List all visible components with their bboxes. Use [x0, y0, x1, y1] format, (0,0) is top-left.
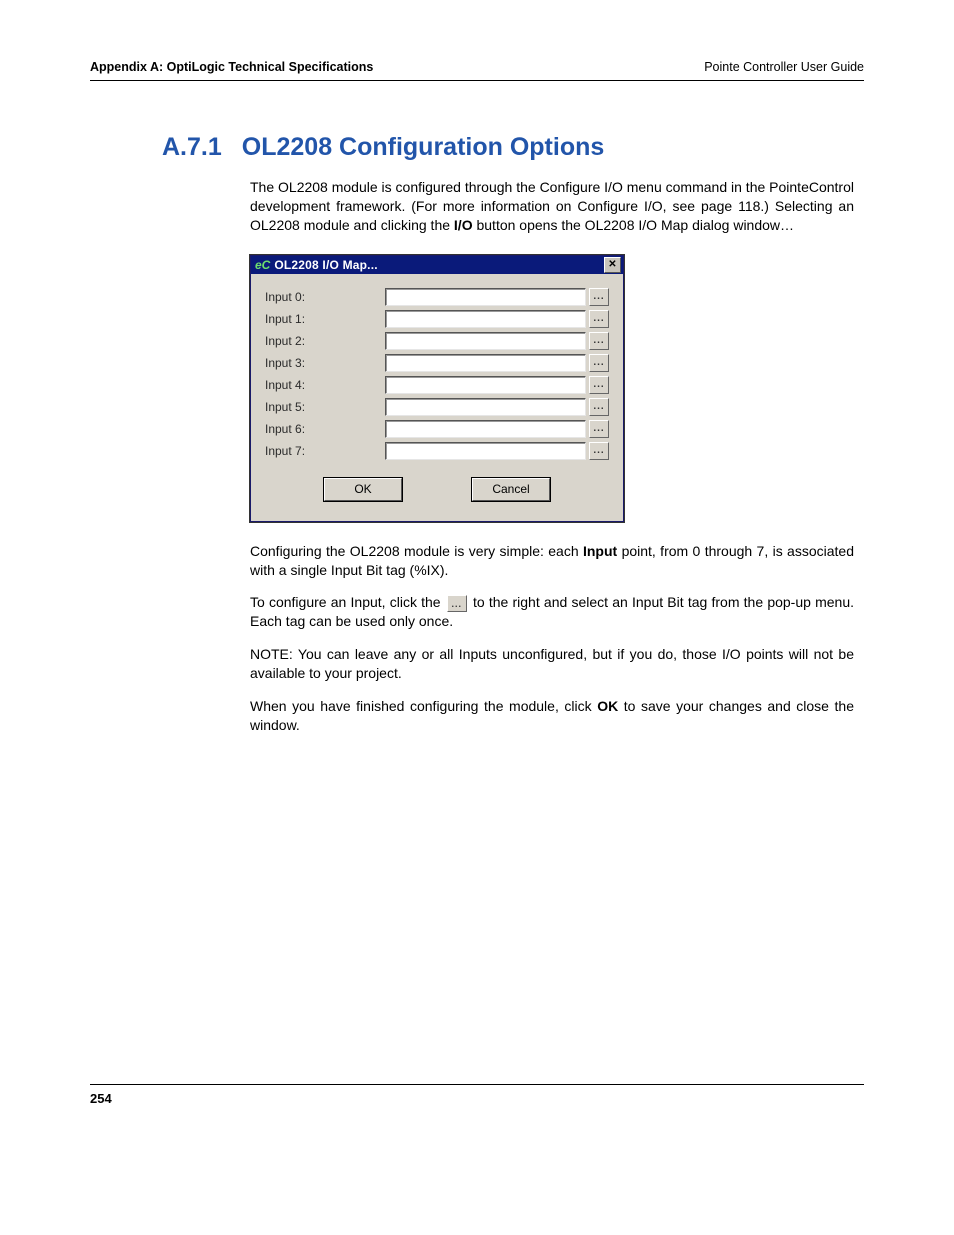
input-field-6[interactable]	[385, 420, 586, 438]
paragraph-3: To configure an Input, click the ... to …	[250, 593, 854, 631]
header-left: Appendix A: OptiLogic Technical Specific…	[90, 60, 373, 74]
ellipsis-button-0[interactable]: ...	[589, 288, 609, 306]
section-title: OL2208 Configuration Options	[242, 133, 605, 161]
input-field-4[interactable]	[385, 376, 586, 394]
input-row-6: Input 6: ...	[265, 420, 609, 438]
dialog-title: OL2208 I/O Map...	[274, 258, 604, 272]
input-label-3: Input 3:	[265, 356, 385, 370]
ellipsis-button-6[interactable]: ...	[589, 420, 609, 438]
page-number: 254	[90, 1091, 112, 1106]
cancel-button[interactable]: Cancel	[472, 478, 550, 501]
ellipsis-button-5[interactable]: ...	[589, 398, 609, 416]
ellipsis-button-4[interactable]: ...	[589, 376, 609, 394]
input-row-0: Input 0: ...	[265, 288, 609, 306]
page-header: Appendix A: OptiLogic Technical Specific…	[90, 60, 864, 81]
dialog-titlebar: eC OL2208 I/O Map... ✕	[251, 256, 623, 274]
input-label-4: Input 4:	[265, 378, 385, 392]
header-right: Pointe Controller User Guide	[704, 60, 864, 74]
input-label-7: Input 7:	[265, 444, 385, 458]
close-icon[interactable]: ✕	[604, 257, 621, 273]
input-label-2: Input 2:	[265, 334, 385, 348]
section-number: A.7.1	[162, 133, 222, 161]
dialog-button-row: OK Cancel	[265, 464, 609, 511]
input-row-7: Input 7: ...	[265, 442, 609, 460]
paragraph-1: The OL2208 module is configured through …	[250, 178, 854, 235]
paragraph-2: Configuring the OL2208 module is very si…	[250, 542, 854, 580]
input-field-0[interactable]	[385, 288, 586, 306]
ellipsis-button-1[interactable]: ...	[589, 310, 609, 328]
inline-ellipsis-icon: ...	[447, 595, 467, 612]
section-heading: A.7.1 OL2208 Configuration Options	[162, 133, 864, 162]
ellipsis-button-3[interactable]: ...	[589, 354, 609, 372]
paragraph-4: NOTE: You can leave any or all Inputs un…	[250, 645, 854, 683]
input-field-5[interactable]	[385, 398, 586, 416]
input-field-2[interactable]	[385, 332, 586, 350]
io-map-dialog: eC OL2208 I/O Map... ✕ Input 0: ... Inpu…	[250, 255, 624, 522]
input-row-5: Input 5: ...	[265, 398, 609, 416]
paragraph-5: When you have finished configuring the m…	[250, 697, 854, 735]
footer-rule	[90, 1084, 864, 1085]
dialog-body: Input 0: ... Input 1: ... Input 2: ... I…	[251, 274, 623, 521]
input-row-1: Input 1: ...	[265, 310, 609, 328]
input-field-3[interactable]	[385, 354, 586, 372]
ellipsis-button-2[interactable]: ...	[589, 332, 609, 350]
input-label-0: Input 0:	[265, 290, 385, 304]
input-field-7[interactable]	[385, 442, 586, 460]
input-row-2: Input 2: ...	[265, 332, 609, 350]
input-label-1: Input 1:	[265, 312, 385, 326]
input-label-6: Input 6:	[265, 422, 385, 436]
input-row-4: Input 4: ...	[265, 376, 609, 394]
ellipsis-button-7[interactable]: ...	[589, 442, 609, 460]
dialog-logo-icon: eC	[255, 258, 270, 272]
input-label-5: Input 5:	[265, 400, 385, 414]
input-row-3: Input 3: ...	[265, 354, 609, 372]
input-field-1[interactable]	[385, 310, 586, 328]
ok-button[interactable]: OK	[324, 478, 402, 501]
